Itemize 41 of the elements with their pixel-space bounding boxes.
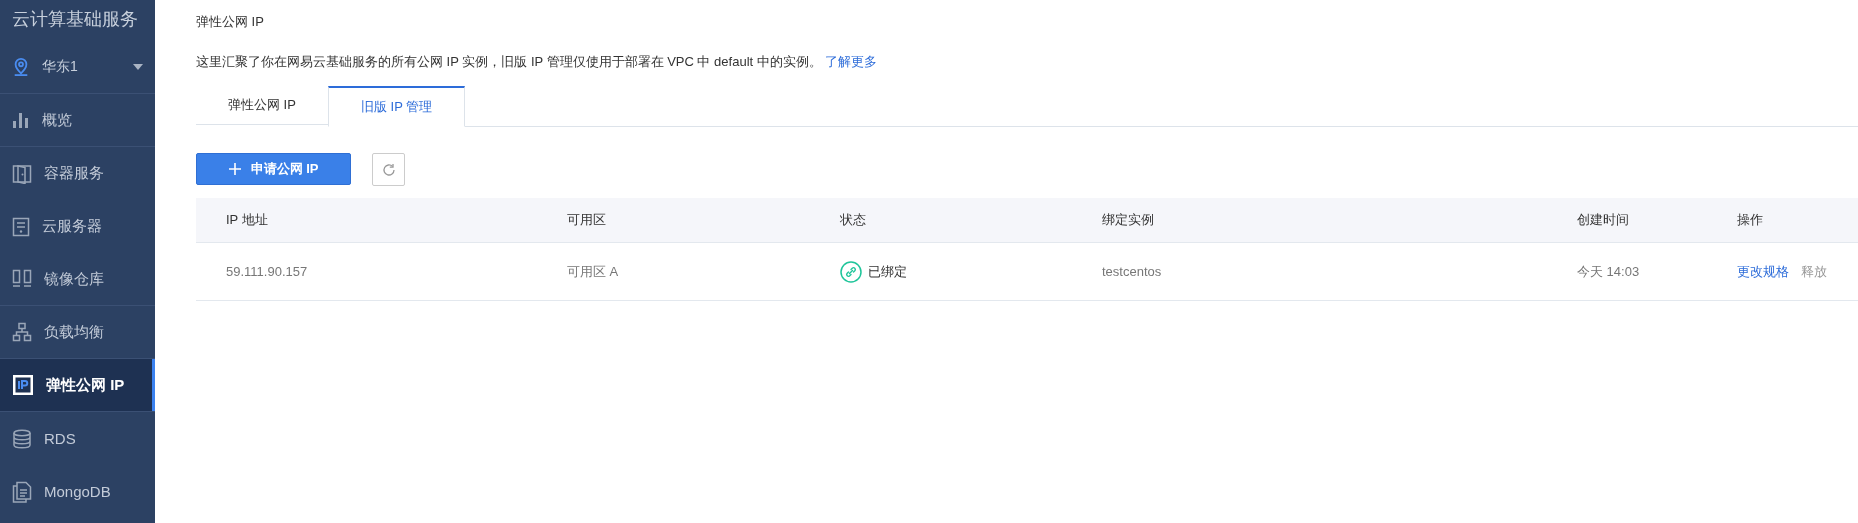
sidebar-title: 云计算基础服务 xyxy=(11,8,139,31)
column-header: 操作 xyxy=(1737,212,1763,227)
sidebar-item[interactable]: 容器服务 xyxy=(0,147,155,200)
tab[interactable]: 弹性公网 IP xyxy=(196,86,328,125)
page-title: 弹性公网 IP xyxy=(196,13,265,31)
hierarchy-icon xyxy=(12,322,32,342)
link-icon xyxy=(840,260,862,283)
server-icon xyxy=(12,216,30,237)
table-cell: 今天 14:03 xyxy=(1577,263,1640,279)
action-link[interactable]: 更改规格 xyxy=(1737,262,1789,281)
status-text: 已绑定 xyxy=(868,262,907,281)
refresh-button[interactable] xyxy=(372,153,405,186)
columns-icon xyxy=(12,269,32,289)
sidebar-item[interactable]: MongoDB xyxy=(0,465,155,518)
plus-icon xyxy=(228,163,241,175)
column-header: IP 地址 xyxy=(226,212,268,227)
learn-more-link[interactable]: 了解更多 xyxy=(825,54,878,69)
sidebar-item[interactable]: 概览 xyxy=(0,94,155,147)
sidebar-item[interactable]: 镜像仓库 xyxy=(0,253,155,306)
column-header: 可用区 xyxy=(567,212,606,227)
refresh-icon xyxy=(381,162,396,177)
description-text: 这里汇聚了你在网易云基础服务的所有公网 IP 实例，旧版 IP 管理仅使用于部署在 VPC 中 default 中的实例。 xyxy=(196,54,822,69)
sidebar-item[interactable]: RDS xyxy=(0,412,155,465)
table-cell: 59.111.90.157 xyxy=(226,264,308,279)
column-header: 绑定实例 xyxy=(1102,212,1154,227)
documents-icon xyxy=(12,480,32,503)
ip-icon xyxy=(12,374,34,396)
column-header: 创建时间 xyxy=(1577,212,1629,227)
database-icon xyxy=(12,428,32,449)
caret-icon xyxy=(133,64,143,70)
column-header: 状态 xyxy=(840,212,866,227)
apply-ip-button[interactable]: 申请公网 IP xyxy=(196,153,351,185)
table-cell: 可用区 A xyxy=(567,263,619,279)
door-icon xyxy=(12,163,32,184)
tab[interactable]: 旧版 IP 管理 xyxy=(327,86,466,127)
bar-chart-icon xyxy=(12,111,30,129)
sidebar-item[interactable]: 云服务器 xyxy=(0,200,155,253)
region-selector[interactable]: 华东1 xyxy=(0,41,155,94)
table-cell: testcentos xyxy=(1102,264,1162,279)
sidebar-item[interactable]: 弹性公网 IP xyxy=(0,359,155,412)
location-pin-icon xyxy=(12,57,30,77)
